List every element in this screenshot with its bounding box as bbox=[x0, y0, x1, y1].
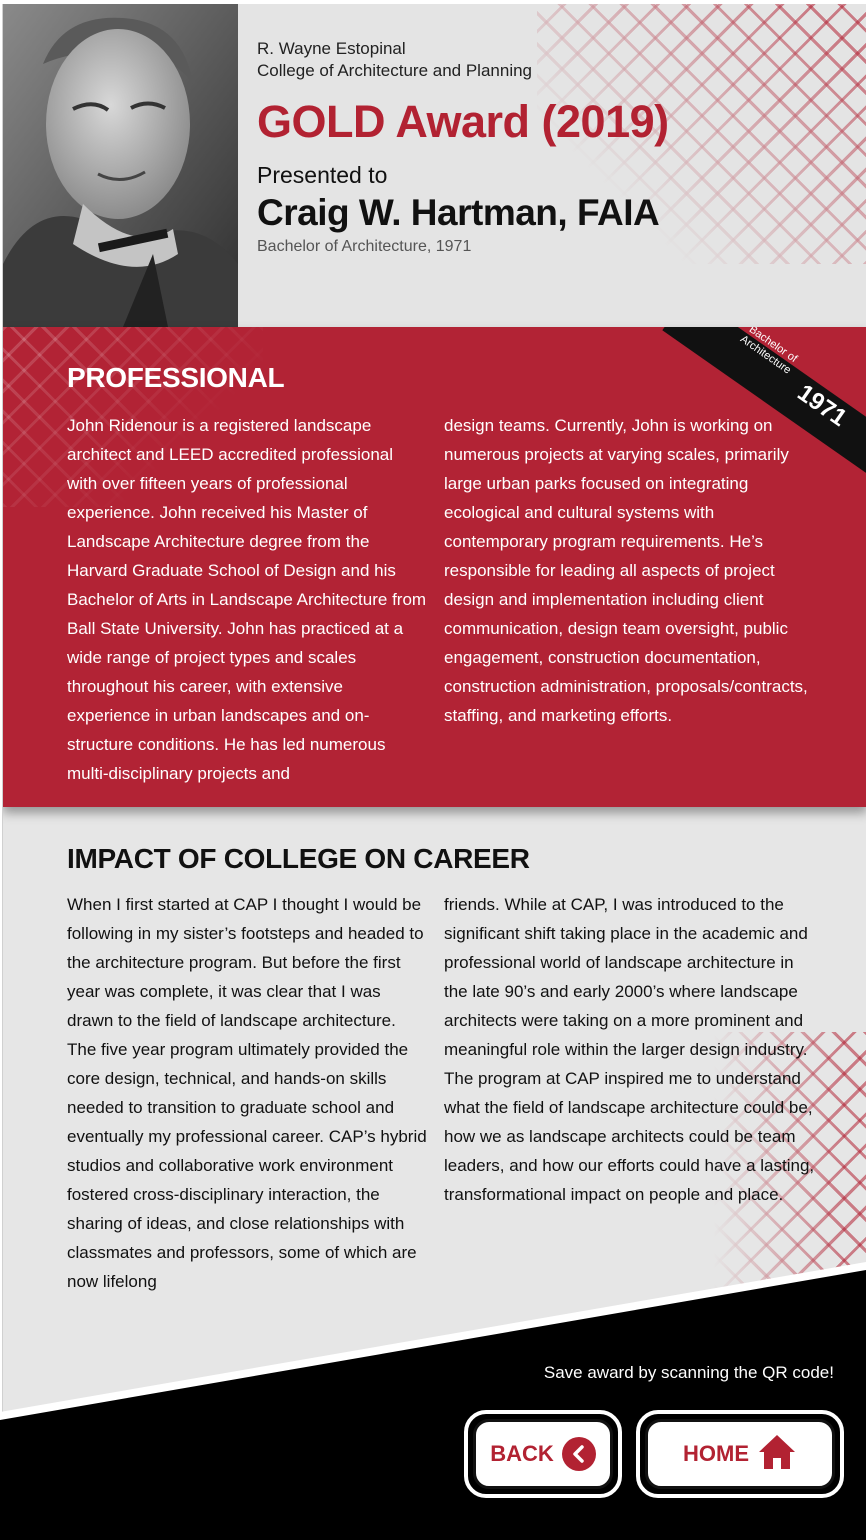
honoree-portrait bbox=[3, 4, 238, 327]
home-button-face[interactable]: HOME bbox=[645, 1419, 835, 1489]
impact-title: IMPACT OF COLLEGE ON CAREER bbox=[67, 843, 530, 874]
back-button-label: BACK bbox=[490, 1441, 554, 1466]
home-button[interactable]: HOME bbox=[636, 1410, 844, 1498]
presented-to-label: Presented to bbox=[257, 162, 388, 188]
college-name-line1: R. Wayne Estopinal bbox=[257, 39, 406, 58]
professional-text-right: design teams. Currently, John is working… bbox=[444, 416, 808, 725]
college-name-line2: College of Architecture and Planning bbox=[257, 61, 533, 80]
back-button[interactable]: BACK bbox=[464, 1410, 622, 1498]
home-icon bbox=[757, 1433, 797, 1476]
honoree-degree: Bachelor of Architecture, 1971 bbox=[257, 238, 472, 255]
chevron-left-icon bbox=[561, 1437, 596, 1471]
honoree-name: Craig W. Hartman, FAIA bbox=[257, 192, 660, 233]
back-button-face[interactable]: BACK bbox=[473, 1419, 613, 1489]
award-title: GOLD Award (2019) bbox=[257, 96, 669, 147]
qr-instruction: Save award by scanning the QR code! bbox=[543, 1363, 834, 1382]
award-header: R. Wayne Estopinal College of Architectu… bbox=[3, 4, 866, 327]
award-page: R. Wayne Estopinal College of Architectu… bbox=[2, 4, 866, 1540]
impact-text-right: friends. While at CAP, I was introduced … bbox=[444, 895, 815, 1204]
professional-title: PROFESSIONAL bbox=[67, 362, 285, 393]
home-button-label: HOME bbox=[683, 1441, 749, 1466]
impact-text-left: When I first started at CAP I thought I … bbox=[67, 895, 427, 1291]
professional-section: Bachelor of Architecture 1971 PROFESSION… bbox=[3, 327, 866, 807]
professional-text-left: John Ridenour is a registered landscape … bbox=[67, 416, 427, 783]
